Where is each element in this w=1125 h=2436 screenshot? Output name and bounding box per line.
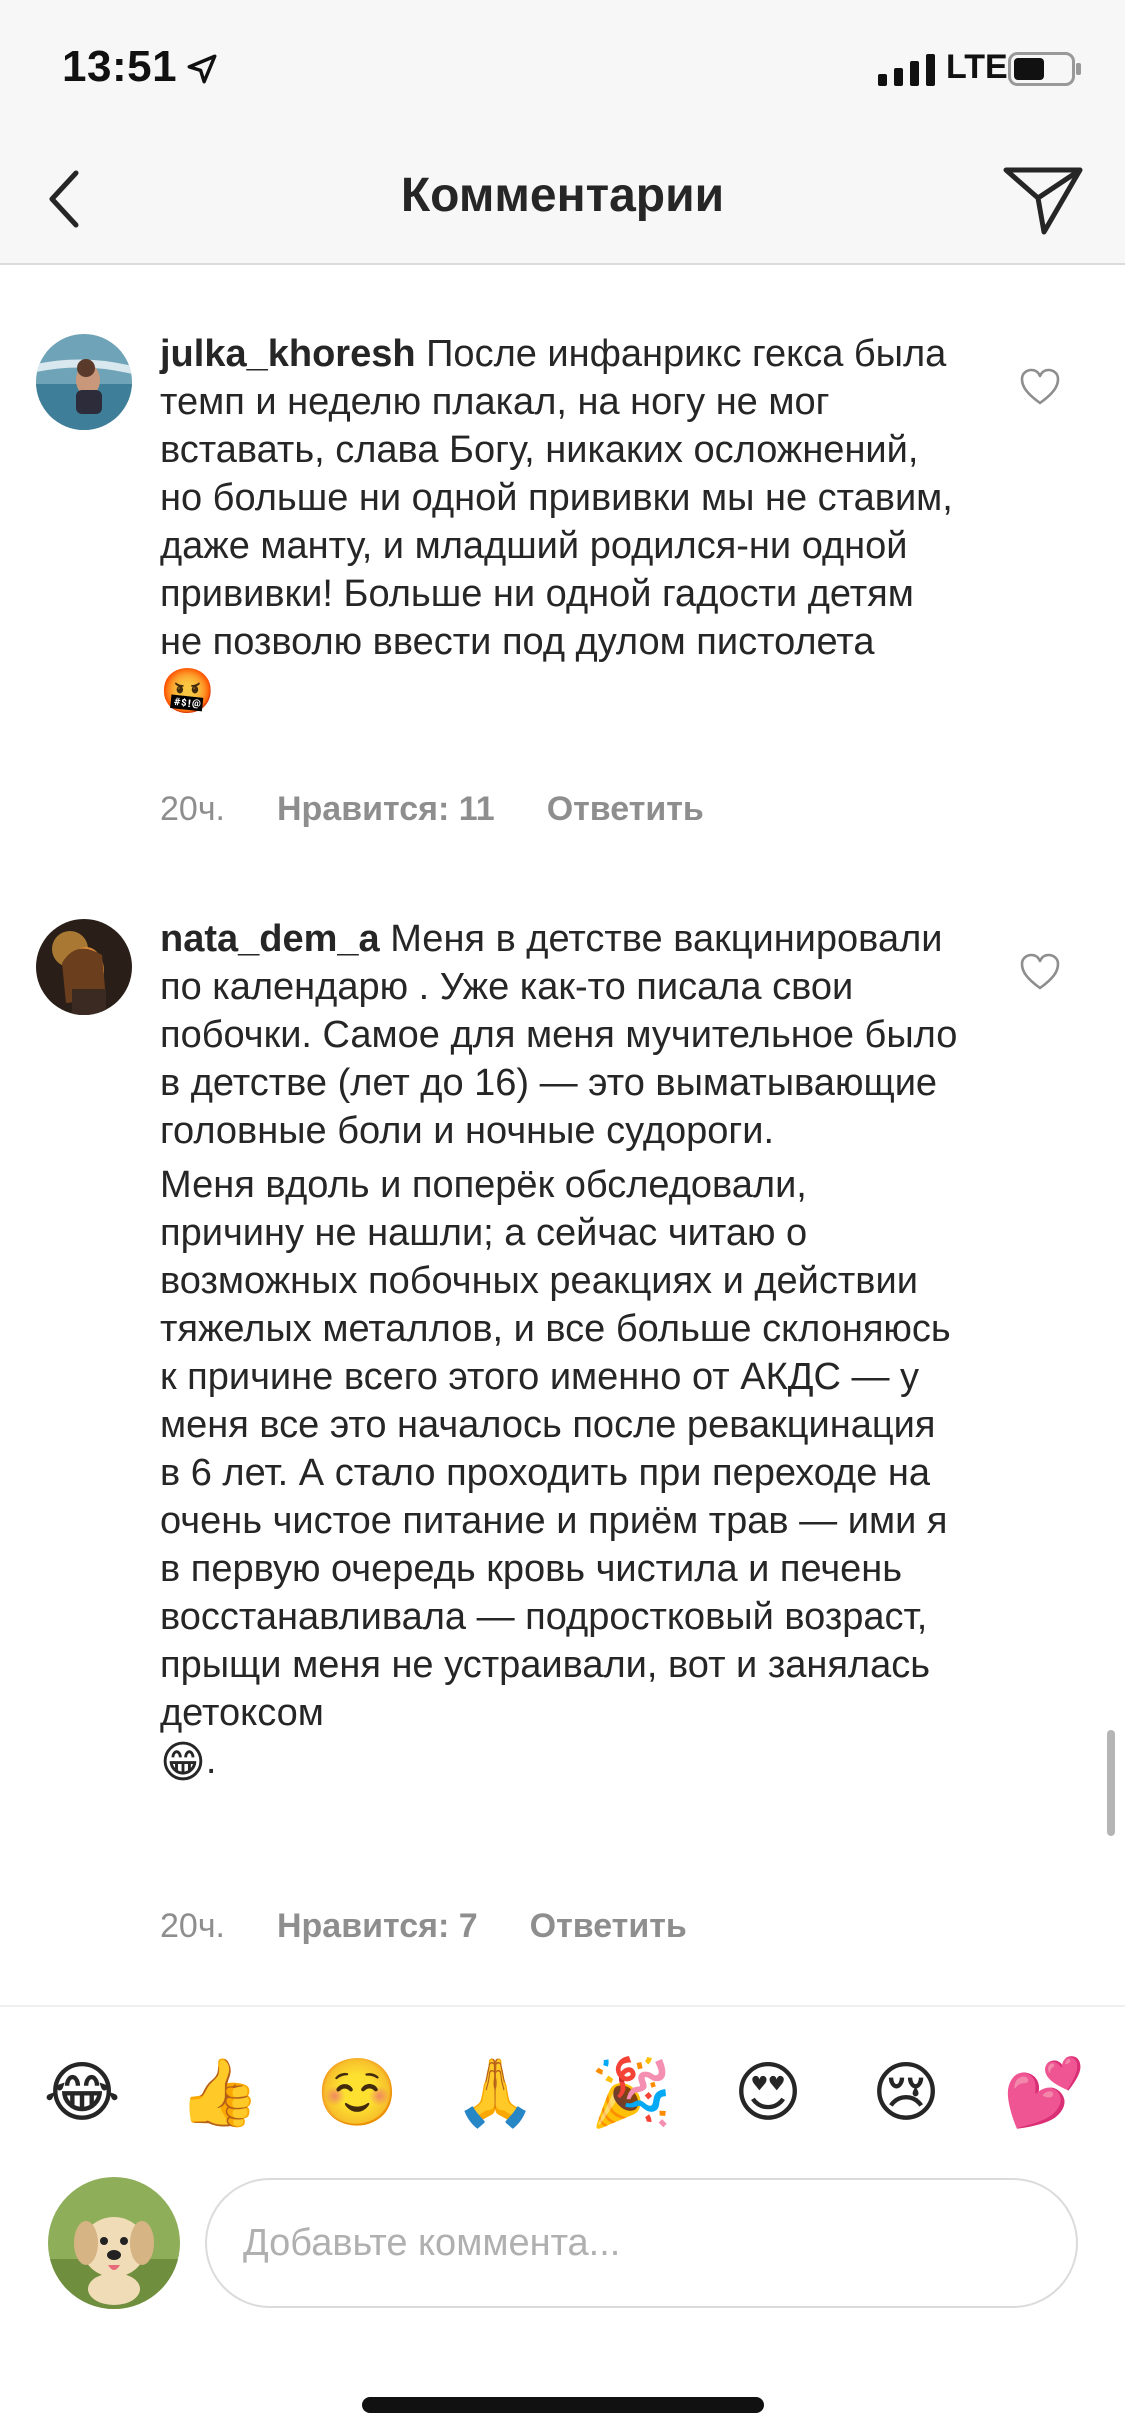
scrollbar-thumb[interactable] <box>1107 1730 1115 1836</box>
comment-age: 20ч. <box>160 1907 225 1945</box>
comment-likes[interactable]: Нравится: 7 <box>277 1907 478 1946</box>
battery-icon <box>1008 52 1081 86</box>
emoji-thumbs-up-button[interactable]: 👍 <box>178 2052 260 2132</box>
emoji-cry-button[interactable]: 😢 <box>866 2052 946 2132</box>
reply-button[interactable]: Ответить <box>547 790 704 829</box>
avatar[interactable] <box>36 334 132 430</box>
comment-meta: 20ч. Нравится: 11 Ответить <box>160 790 704 829</box>
comment-age: 20ч. <box>160 790 225 828</box>
emoji-joy-button[interactable]: 😂 <box>42 2052 122 2132</box>
emoji-bar: 😂 👍 ☺️ 🙏 🎉 😍 😢 💕 <box>0 2005 1125 2170</box>
page-title: Комментарии <box>400 169 725 222</box>
home-indicator <box>362 2397 764 2413</box>
nav-bar: Комментарии <box>0 140 1125 265</box>
heart-icon[interactable] <box>1020 953 1060 991</box>
comment-username[interactable]: julka_khoresh <box>160 333 416 375</box>
paper-plane-icon[interactable] <box>1000 160 1086 240</box>
comment-likes[interactable]: Нравится: 11 <box>277 790 495 829</box>
comment-body-continued: Меня вдоль и поперёк обследовали, причин… <box>160 1161 960 1787</box>
location-arrow-icon <box>187 54 217 84</box>
comment-text: nata_dem_a Меня в детстве вакцинировали … <box>160 915 960 1787</box>
comment-body-2: Меня вдоль и поперёк обследовали, причин… <box>160 1164 951 1734</box>
signal-strength-icon <box>878 54 935 86</box>
comment-meta: 20ч. Нравится: 7 Ответить <box>160 1907 687 1946</box>
angry-emoji: 🤬 <box>160 666 215 716</box>
reply-button[interactable]: Ответить <box>530 1907 687 1946</box>
emoji-pray-button[interactable]: 🙏 <box>454 2052 536 2132</box>
comment-input[interactable] <box>205 2178 1078 2308</box>
status-time: 13:51 <box>62 42 178 91</box>
comment-text: julka_khoresh После инфанрикс гекса была… <box>160 330 960 716</box>
emoji-two-hearts-button[interactable]: 💕 <box>1003 2052 1085 2132</box>
emoji-blush-button[interactable]: ☺️ <box>316 2052 398 2132</box>
comment-username[interactable]: nata_dem_a <box>160 918 380 960</box>
comment-body: После инфанрикс гекса была темп и неделю… <box>160 333 953 663</box>
avatar-image <box>36 334 132 430</box>
my-avatar <box>48 2177 180 2309</box>
avatar[interactable] <box>36 919 132 1015</box>
comment-trailing-text: . <box>205 1740 217 1782</box>
status-bar: 13:51 LTE <box>0 0 1125 140</box>
carrier-label: LTE <box>946 48 1008 86</box>
heart-icon[interactable] <box>1020 368 1060 406</box>
puppy-avatar-image <box>48 2177 180 2309</box>
emoji-heart-eyes-button[interactable]: 😍 <box>728 2052 808 2132</box>
emoji-party-button[interactable]: 🎉 <box>590 2052 672 2132</box>
grin-emoji: 😁 <box>160 1737 206 1787</box>
avatar-image <box>36 919 132 1015</box>
